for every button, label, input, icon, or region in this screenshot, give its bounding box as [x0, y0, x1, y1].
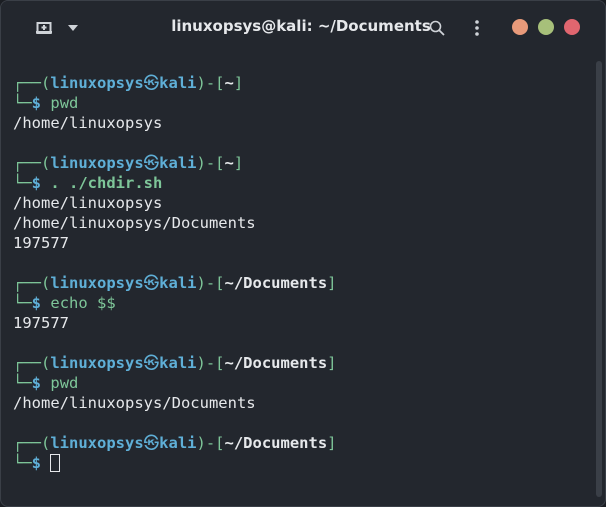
prompt-header: ┌──(linuxopsys㉿kali)-[~/Documents] [13, 273, 589, 293]
prompt-frame: ┌──( [13, 434, 51, 452]
prompt-command-line: └─$ echo $$ [13, 293, 589, 313]
prompt-frame: ] [233, 154, 244, 172]
close-button[interactable] [564, 19, 580, 35]
prompt-user: linuxopsys [50, 154, 144, 172]
prompt-at-symbol: ㉿ [143, 354, 160, 372]
output-line: /home/linuxopsys/Documents [13, 393, 589, 413]
prompt-frame: )-[ [196, 354, 225, 372]
prompt-frame: ] [233, 74, 244, 92]
command-text: pwd [50, 94, 79, 112]
chevron-down-icon [68, 25, 78, 31]
output-text: /home/linuxopsys [13, 194, 163, 212]
kebab-menu-icon [475, 20, 479, 36]
command-text: pwd [50, 374, 79, 392]
search-icon [429, 20, 445, 36]
prompt-frame: └─ [13, 374, 32, 392]
prompt-header: ┌──(linuxopsys㉿kali)-[~/Documents] [13, 353, 589, 373]
prompt-frame: ┌──( [13, 74, 51, 92]
prompt-dir: ~/Documents [224, 434, 328, 452]
prompt-frame: )-[ [196, 154, 225, 172]
prompt-frame: )-[ [196, 434, 225, 452]
prompt-frame: ] [327, 354, 337, 372]
prompt-frame: ┌──( [13, 354, 51, 372]
output-text: /home/linuxopsys/Documents [13, 214, 256, 232]
prompt-host: kali [159, 434, 197, 452]
new-tab-icon [36, 22, 52, 34]
prompt-frame: ] [327, 434, 337, 452]
output-line: /home/linuxopsys [13, 113, 589, 133]
search-button[interactable] [425, 15, 449, 41]
new-tab-button[interactable] [31, 15, 57, 41]
output-text: /home/linuxopsys/Documents [13, 394, 256, 412]
command-text: echo $$ [50, 294, 116, 312]
prompt-dollar: $ [31, 174, 42, 192]
prompt-command-line: └─$ . ./chdir.sh [13, 173, 589, 193]
output-line: 197577 [13, 233, 589, 253]
prompt-at-symbol: ㉿ [143, 274, 160, 292]
text-cursor [50, 454, 61, 472]
window-title: linuxopsys@kali: ~/Documents [171, 17, 431, 35]
prompt-user: linuxopsys [50, 74, 144, 92]
prompt-host: kali [159, 74, 197, 92]
prompt-dollar: $ [31, 294, 42, 312]
prompt-frame: └─ [13, 294, 32, 312]
prompt-host: kali [159, 154, 197, 172]
output-line: 197577 [13, 313, 589, 333]
terminal-output[interactable]: ┌──(linuxopsys㉿kali)-[~] └─$ pwd/home/lin… [13, 53, 589, 499]
title-bar: linuxopsys@kali: ~/Documents [1, 1, 605, 53]
command-text: . ./chdir.sh [50, 174, 163, 192]
prompt-host: kali [159, 274, 197, 292]
prompt-command-line: └─$ pwd [13, 93, 589, 113]
prompt-dir: ~/Documents [224, 274, 328, 292]
prompt-frame: ┌──( [13, 274, 51, 292]
prompt-header: ┌──(linuxopsys㉿kali)-[~] [13, 153, 589, 173]
prompt-frame: └─ [13, 454, 32, 472]
prompt-header: ┌──(linuxopsys㉿kali)-[~/Documents] [13, 433, 589, 453]
prompt-user: linuxopsys [50, 354, 144, 372]
output-text: /home/linuxopsys [13, 114, 163, 132]
prompt-user: linuxopsys [50, 434, 144, 452]
prompt-dir: ~ [224, 74, 234, 92]
scrollbar[interactable] [595, 61, 603, 497]
prompt-frame: )-[ [196, 74, 225, 92]
prompt-at-symbol: ㉿ [143, 74, 160, 92]
prompt-header: ┌──(linuxopsys㉿kali)-[~] [13, 73, 589, 93]
prompt-at-symbol: ㉿ [143, 434, 160, 452]
output-text: 197577 [13, 234, 69, 252]
terminal-window: linuxopsys@kali: ~/Documents ┌──(linuxop… [0, 0, 606, 507]
prompt-frame: └─ [13, 174, 32, 192]
menu-button[interactable] [467, 15, 487, 41]
output-line: /home/linuxopsys/Documents [13, 213, 589, 233]
minimize-button[interactable] [512, 19, 528, 35]
prompt-frame: )-[ [196, 274, 225, 292]
prompt-dir: ~ [224, 154, 234, 172]
prompt-frame: ┌──( [13, 154, 51, 172]
prompt-frame: ] [327, 274, 337, 292]
prompt-frame: └─ [13, 94, 32, 112]
prompt-dollar: $ [31, 94, 42, 112]
prompt-user: linuxopsys [50, 274, 144, 292]
prompt-command-line: └─$ [13, 453, 589, 473]
prompt-command-line: └─$ pwd [13, 373, 589, 393]
tab-menu-button[interactable] [63, 15, 83, 41]
prompt-dollar: $ [31, 454, 42, 472]
output-line: /home/linuxopsys [13, 193, 589, 213]
scrollbar-thumb[interactable] [596, 61, 602, 497]
prompt-dollar: $ [31, 374, 42, 392]
output-text: 197577 [13, 314, 69, 332]
prompt-dir: ~/Documents [224, 354, 328, 372]
prompt-at-symbol: ㉿ [143, 154, 160, 172]
maximize-button[interactable] [538, 19, 554, 35]
prompt-host: kali [159, 354, 197, 372]
